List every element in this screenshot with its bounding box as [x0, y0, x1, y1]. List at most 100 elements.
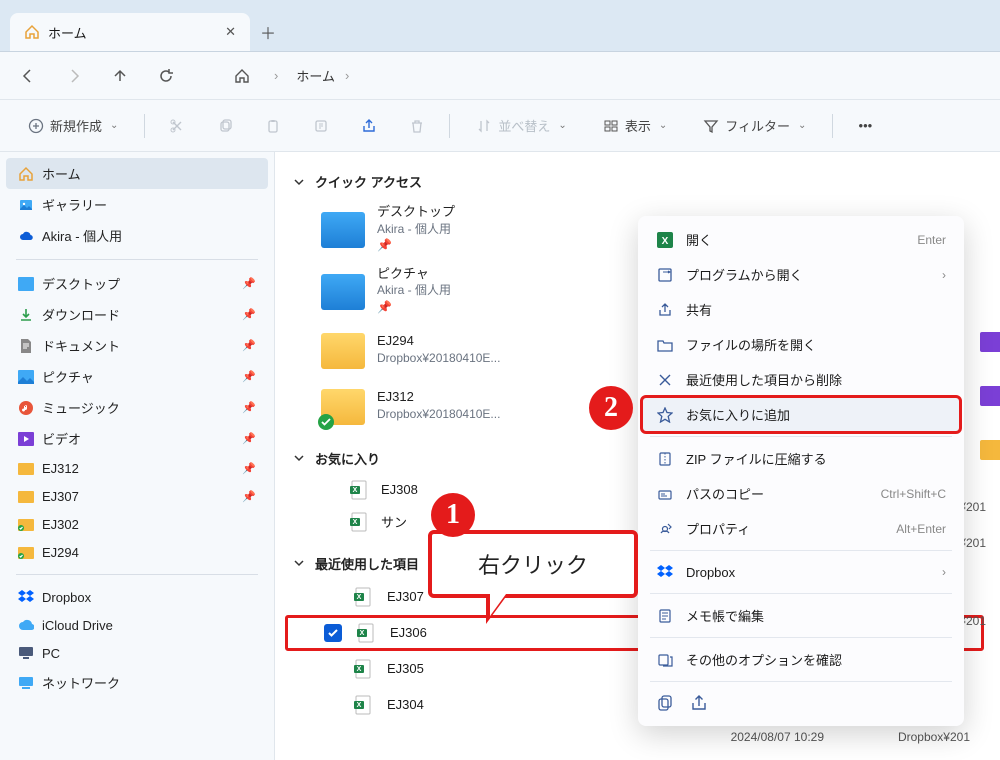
sidebar-item-gallery[interactable]: ギャラリー — [6, 189, 268, 220]
sidebar-item-desktop[interactable]: デスクトップ📌 — [6, 268, 268, 299]
back-button[interactable] — [14, 62, 42, 90]
pin-icon: 📌 — [242, 370, 256, 383]
refresh-button[interactable] — [152, 62, 180, 90]
sidebar-item-pc[interactable]: PC — [6, 639, 268, 667]
breadcrumb[interactable]: ホーム › — [296, 66, 349, 85]
home-icon — [18, 166, 34, 182]
chevron-down-icon: ⌄ — [110, 120, 118, 131]
chevron-right-icon: › — [942, 565, 946, 579]
ctx-properties[interactable]: プロパティAlt+Enter — [642, 511, 960, 546]
more-button[interactable]: ••• — [849, 112, 881, 139]
excel-icon: X — [353, 659, 373, 679]
tab-label: ホーム — [48, 23, 217, 42]
excel-icon: X — [356, 623, 376, 643]
folder-synced-icon — [18, 516, 34, 532]
svg-text:X: X — [662, 236, 669, 247]
new-button[interactable]: 新規作成 ⌄ — [18, 110, 128, 141]
copy-icon[interactable] — [656, 694, 674, 712]
document-icon — [18, 338, 34, 354]
ctx-open-location[interactable]: ファイルの場所を開く — [642, 327, 960, 362]
pin-icon: 📌 — [242, 490, 256, 503]
sidebar-item-music[interactable]: ミュージック📌 — [6, 392, 268, 423]
folder-synced-icon — [321, 383, 365, 427]
copy-path-icon — [656, 485, 674, 503]
navigation-bar: › ホーム › — [0, 52, 1000, 100]
sidebar-item-onedrive[interactable]: Akira - 個人用 — [6, 220, 268, 251]
right-edge-folders — [980, 332, 1000, 494]
sidebar-item-home[interactable]: ホーム — [6, 158, 268, 189]
annotation-badge-1: 1 — [431, 493, 475, 537]
sidebar-item-network[interactable]: ネットワーク — [6, 667, 268, 698]
annotation-badge-2: 2 — [589, 386, 633, 430]
folder-synced-icon — [18, 544, 34, 560]
status-date: 2024/08/07 10:29 — [731, 730, 824, 744]
sidebar-item-ej294[interactable]: EJ294 — [6, 538, 268, 566]
ctx-open[interactable]: X開くEnter — [642, 222, 960, 257]
new-tab-button[interactable]: ＋ — [250, 13, 286, 51]
up-button[interactable] — [106, 62, 134, 90]
pin-icon: 📌 — [377, 299, 451, 315]
sidebar-item-downloads[interactable]: ダウンロード📌 — [6, 299, 268, 330]
svg-text:X: X — [353, 519, 358, 526]
toolbar: 新規作成 ⌄ 並べ替え ⌄ 表示 ⌄ フィルター ⌄ ••• — [0, 100, 1000, 152]
pin-icon: 📌 — [242, 277, 256, 290]
pin-icon: 📌 — [242, 308, 256, 321]
ctx-add-favorite[interactable]: お気に入りに追加 — [642, 397, 960, 432]
sidebar-item-ej302[interactable]: EJ302 — [6, 510, 268, 538]
pin-icon: 📌 — [242, 401, 256, 414]
copy-button[interactable] — [209, 112, 241, 140]
sidebar-item-videos[interactable]: ビデオ📌 — [6, 423, 268, 454]
tab-home[interactable]: ホーム ✕ — [10, 13, 250, 51]
svg-text:X: X — [360, 630, 365, 637]
section-quick-access[interactable]: クイック アクセス — [285, 166, 984, 197]
remove-icon — [656, 371, 674, 389]
ctx-compress[interactable]: ZIP ファイルに圧縮する — [642, 441, 960, 476]
sidebar-item-documents[interactable]: ドキュメント📌 — [6, 330, 268, 361]
pin-icon: 📌 — [242, 462, 256, 475]
sidebar-item-icloud[interactable]: iCloud Drive — [6, 611, 268, 639]
excel-icon: X — [349, 480, 369, 500]
pictures-folder-icon — [321, 268, 365, 312]
view-button[interactable]: 表示 ⌄ — [593, 110, 677, 141]
home-nav-icon[interactable] — [228, 62, 256, 90]
ctx-dropbox[interactable]: Dropbox› — [642, 555, 960, 589]
ctx-notepad[interactable]: メモ帳で編集 — [642, 598, 960, 633]
open-with-icon — [656, 266, 674, 284]
network-icon — [18, 675, 34, 691]
ctx-more-options[interactable]: その他のオプションを確認 — [642, 642, 960, 677]
ctx-footer — [642, 686, 960, 720]
ctx-share[interactable]: 共有 — [642, 292, 960, 327]
desktop-icon — [18, 276, 34, 292]
excel-icon: X — [353, 695, 373, 715]
properties-icon — [656, 520, 674, 538]
sort-button[interactable]: 並べ替え ⌄ — [466, 110, 576, 141]
notepad-icon — [656, 607, 674, 625]
sidebar-item-dropbox[interactable]: Dropbox — [6, 583, 268, 611]
zip-icon — [656, 450, 674, 468]
cut-button[interactable] — [161, 112, 193, 140]
forward-button[interactable] — [60, 62, 88, 90]
share-button[interactable] — [353, 112, 385, 140]
rename-button[interactable] — [305, 112, 337, 140]
music-icon — [18, 400, 34, 416]
ctx-copy-path[interactable]: パスのコピーCtrl+Shift+C — [642, 476, 960, 511]
share-icon[interactable] — [690, 694, 708, 712]
ctx-open-with[interactable]: プログラムから開く› — [642, 257, 960, 292]
ctx-remove-recent[interactable]: 最近使用した項目から削除 — [642, 362, 960, 397]
dropbox-icon — [656, 563, 674, 581]
pictures-icon — [18, 369, 34, 385]
filter-button[interactable]: フィルター ⌄ — [693, 110, 816, 141]
sidebar-item-ej312[interactable]: EJ312📌 — [6, 454, 268, 482]
paste-button[interactable] — [257, 112, 289, 140]
breadcrumb-home[interactable]: ホーム — [296, 66, 335, 85]
pin-icon: 📌 — [377, 237, 455, 253]
delete-button[interactable] — [401, 112, 433, 140]
checkbox-checked-icon[interactable] — [324, 624, 342, 642]
cloud-icon — [18, 617, 34, 633]
breadcrumb-separator: › — [345, 68, 349, 83]
folder-open-icon — [656, 336, 674, 354]
sidebar-item-ej307[interactable]: EJ307📌 — [6, 482, 268, 510]
sidebar-item-pictures[interactable]: ピクチャ📌 — [6, 361, 268, 392]
share-icon — [656, 301, 674, 319]
close-icon[interactable]: ✕ — [225, 24, 236, 40]
